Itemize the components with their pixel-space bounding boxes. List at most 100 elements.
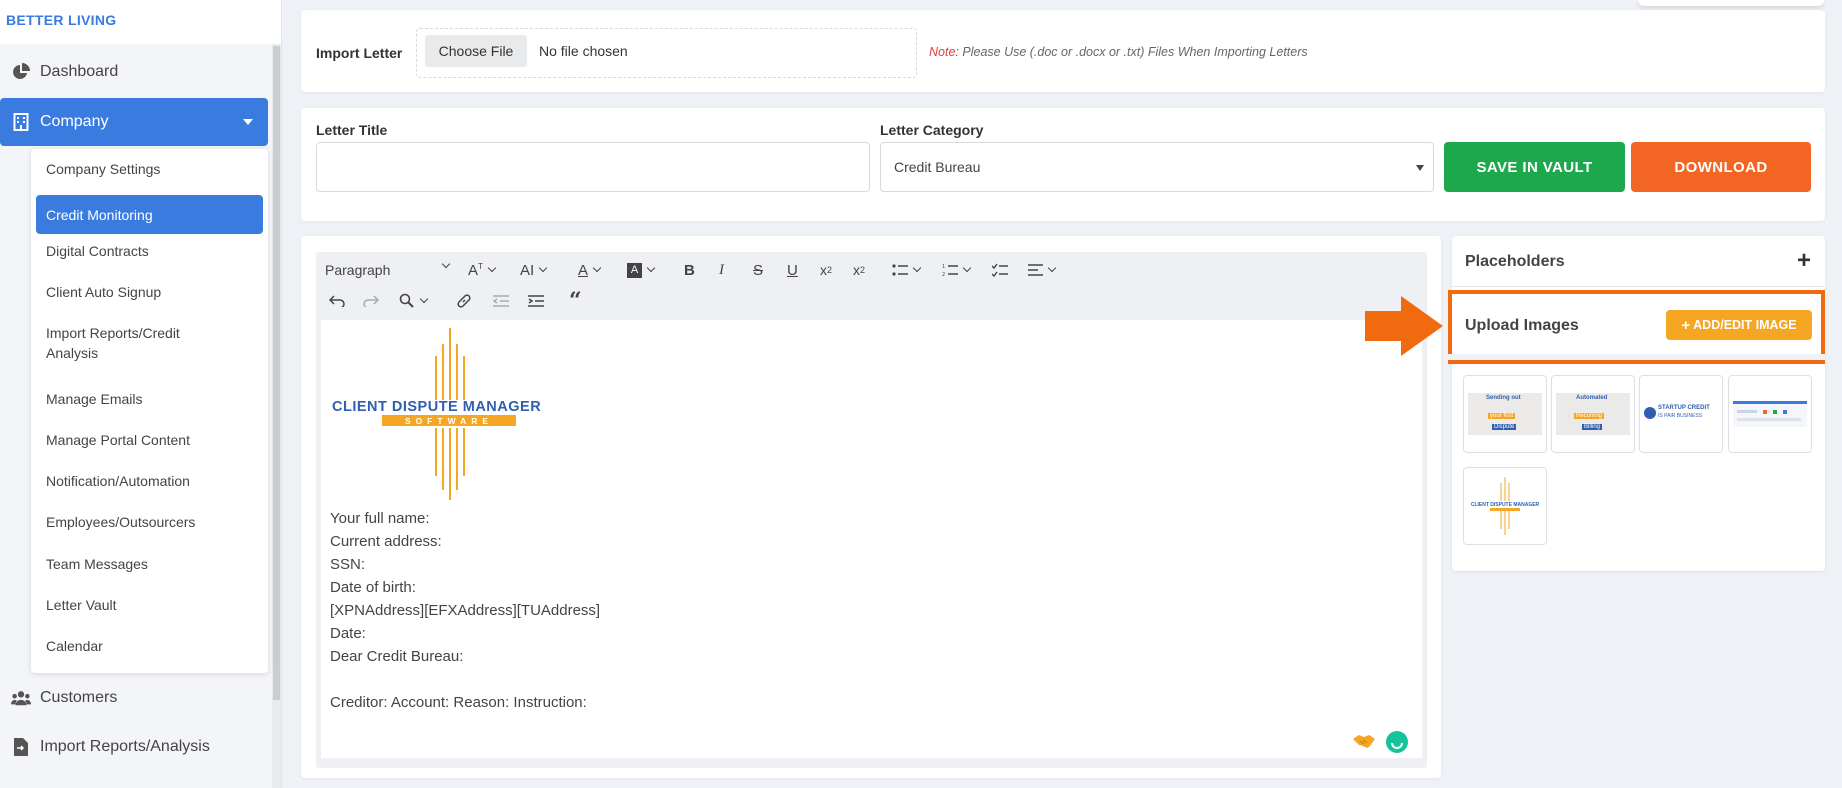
link-icon[interactable]: [456, 289, 472, 313]
underline-icon[interactable]: U: [787, 258, 798, 282]
sidebar-item-label: Import Reports/Analysis: [40, 738, 210, 755]
image-thumbnail[interactable]: CLIENT DISPUTE MANAGER: [1463, 467, 1547, 545]
pointer-arrow-icon: [1365, 296, 1443, 356]
chevron-down-icon: [962, 263, 972, 273]
panel-divider: [1452, 286, 1825, 287]
add-edit-image-button[interactable]: + ADD/EDIT IMAGE: [1666, 310, 1812, 340]
thumb-text: Billing: [1582, 424, 1603, 430]
thumb-shape: [1737, 418, 1801, 421]
redo-icon[interactable]: [363, 289, 379, 313]
placeholders-label: Placeholders: [1465, 253, 1565, 270]
svg-text:2: 2: [942, 272, 945, 277]
text-align-dropdown[interactable]: [1028, 258, 1057, 282]
letter-line: Creditor: Account: Reason: Instruction:: [330, 694, 587, 711]
submenu-item-import-reports[interactable]: Import Reports/Credit Analysis: [36, 323, 236, 363]
image-thumbnail[interactable]: STARTUP CREDIT IS PAIR BUSINESS: [1639, 375, 1723, 453]
submenu-item-credit-monitoring[interactable]: Credit Monitoring: [36, 195, 263, 234]
thumb-text: Sending out: [1486, 395, 1521, 401]
thumb-shape: [1737, 410, 1757, 413]
font-family-dropdown[interactable]: AI: [520, 258, 548, 282]
chevron-down-icon: [441, 259, 451, 269]
sidebar-item-company[interactable]: Company: [0, 98, 268, 146]
import-card: Import Letter Choose File No file chosen…: [301, 10, 1825, 92]
numbered-list-icon: 12: [942, 264, 958, 277]
subscript-icon[interactable]: x2: [820, 258, 832, 282]
bold-icon[interactable]: B: [684, 258, 695, 282]
choose-file-button[interactable]: Choose File: [425, 35, 527, 67]
submenu-item-client-auto-signup[interactable]: Client Auto Signup: [36, 282, 263, 302]
letter-title-label: Letter Title: [316, 122, 388, 138]
sidebar-item-import-reports-analysis[interactable]: Import Reports/Analysis: [0, 723, 268, 771]
font-color-dropdown[interactable]: A: [578, 258, 602, 282]
paragraph-format-select[interactable]: Paragraph: [324, 258, 456, 282]
todo-list-icon[interactable]: [992, 258, 1008, 282]
thumb-shape: [1773, 410, 1777, 414]
thumb-text: your first: [1488, 413, 1516, 419]
numbered-list-dropdown[interactable]: 12: [942, 258, 972, 282]
sidebar-item-dashboard[interactable]: Dashboard: [0, 48, 268, 96]
blockquote-icon[interactable]: “: [569, 289, 582, 313]
thumb-text: Recurring: [1574, 413, 1605, 419]
pie-chart-icon: [11, 63, 31, 81]
font-size-icon: AT: [468, 261, 483, 279]
find-replace-icon: [399, 293, 414, 308]
chevron-down-icon: [592, 263, 602, 273]
thumb-text: Dispute: [1492, 424, 1517, 430]
add-placeholder-plus-icon[interactable]: +: [1797, 249, 1811, 273]
top-dropdown-edge: [1638, 0, 1824, 6]
submenu-item-notification-automation[interactable]: Notification/Automation: [36, 471, 263, 491]
image-thumbnail[interactable]: Sending out your first Dispute: [1463, 375, 1547, 453]
letter-title-input[interactable]: [316, 142, 870, 192]
submenu-item-manage-portal-content[interactable]: Manage Portal Content: [36, 430, 263, 450]
upload-images-highlight: Upload Images + ADD/EDIT IMAGE: [1448, 290, 1825, 364]
outdent-icon[interactable]: [493, 289, 509, 313]
save-in-vault-button[interactable]: SAVE IN VAULT: [1444, 142, 1625, 192]
bulleted-list-dropdown[interactable]: [892, 258, 922, 282]
font-color-icon: A: [578, 261, 589, 279]
letter-logo-image[interactable]: CLIENT DISPUTE MANAGER SOFTWARE: [330, 326, 570, 502]
indent-icon[interactable]: [528, 289, 544, 313]
letter-category-label: Letter Category: [880, 122, 984, 138]
svg-text:1: 1: [942, 264, 945, 270]
upload-images-label: Upload Images: [1465, 317, 1579, 334]
image-thumbnail[interactable]: [1728, 375, 1812, 453]
submenu-item-calendar[interactable]: Calendar: [36, 636, 263, 656]
align-left-icon: [1028, 264, 1043, 276]
thumb-shape: [1783, 410, 1787, 414]
letter-category-select[interactable]: Credit Bureau: [880, 142, 1434, 192]
brand-logo[interactable]: BETTER LIVING: [0, 0, 281, 44]
submenu-item-letter-vault[interactable]: Letter Vault: [36, 595, 263, 615]
submenu-item-company-settings[interactable]: Company Settings: [36, 159, 263, 179]
add-edit-image-label: ADD/EDIT IMAGE: [1693, 318, 1797, 332]
handshake-icon[interactable]: [1352, 731, 1376, 751]
letter-line: Current address:: [330, 533, 442, 550]
grammarly-icon[interactable]: [1386, 731, 1408, 753]
find-replace-dropdown[interactable]: [399, 289, 429, 313]
chevron-down-icon: [487, 263, 497, 273]
superscript-icon[interactable]: x2: [853, 258, 865, 282]
letter-line: [XPNAddress][EFXAddress][TUAddress]: [330, 602, 601, 619]
file-drop-zone[interactable]: Choose File No file chosen: [416, 28, 917, 78]
sidebar-scrollbar-thumb[interactable]: [273, 46, 280, 700]
file-status-text: No file chosen: [539, 43, 628, 59]
company-submenu: Company Settings Credit Monitoring Digit…: [31, 149, 268, 673]
letter-category-value: Credit Bureau: [894, 159, 981, 175]
submenu-item-team-messages[interactable]: Team Messages: [36, 554, 263, 574]
submenu-item-manage-emails[interactable]: Manage Emails: [36, 389, 263, 409]
sidebar-item-customers[interactable]: Customers: [0, 674, 268, 722]
italic-icon[interactable]: I: [719, 258, 724, 282]
submenu-item-employees-outsourcers[interactable]: Employees/Outsourcers: [36, 512, 263, 532]
chevron-down-icon: [646, 263, 656, 273]
thumb-text: Automated: [1576, 395, 1608, 401]
file-import-icon: [11, 738, 31, 756]
highlight-color-dropdown[interactable]: A: [627, 258, 656, 282]
letter-line: Date:: [330, 625, 366, 642]
image-thumbnail[interactable]: Automated Recurring Billing: [1551, 375, 1635, 453]
strikethrough-icon[interactable]: S: [753, 258, 763, 282]
paragraph-format-label: Paragraph: [325, 262, 391, 278]
font-size-dropdown[interactable]: AT: [468, 258, 497, 282]
submenu-item-digital-contracts[interactable]: Digital Contracts: [36, 241, 263, 261]
undo-icon[interactable]: [329, 289, 345, 313]
download-button[interactable]: DOWNLOAD: [1631, 142, 1811, 192]
logo-text-sub: SOFTWARE: [405, 416, 493, 426]
